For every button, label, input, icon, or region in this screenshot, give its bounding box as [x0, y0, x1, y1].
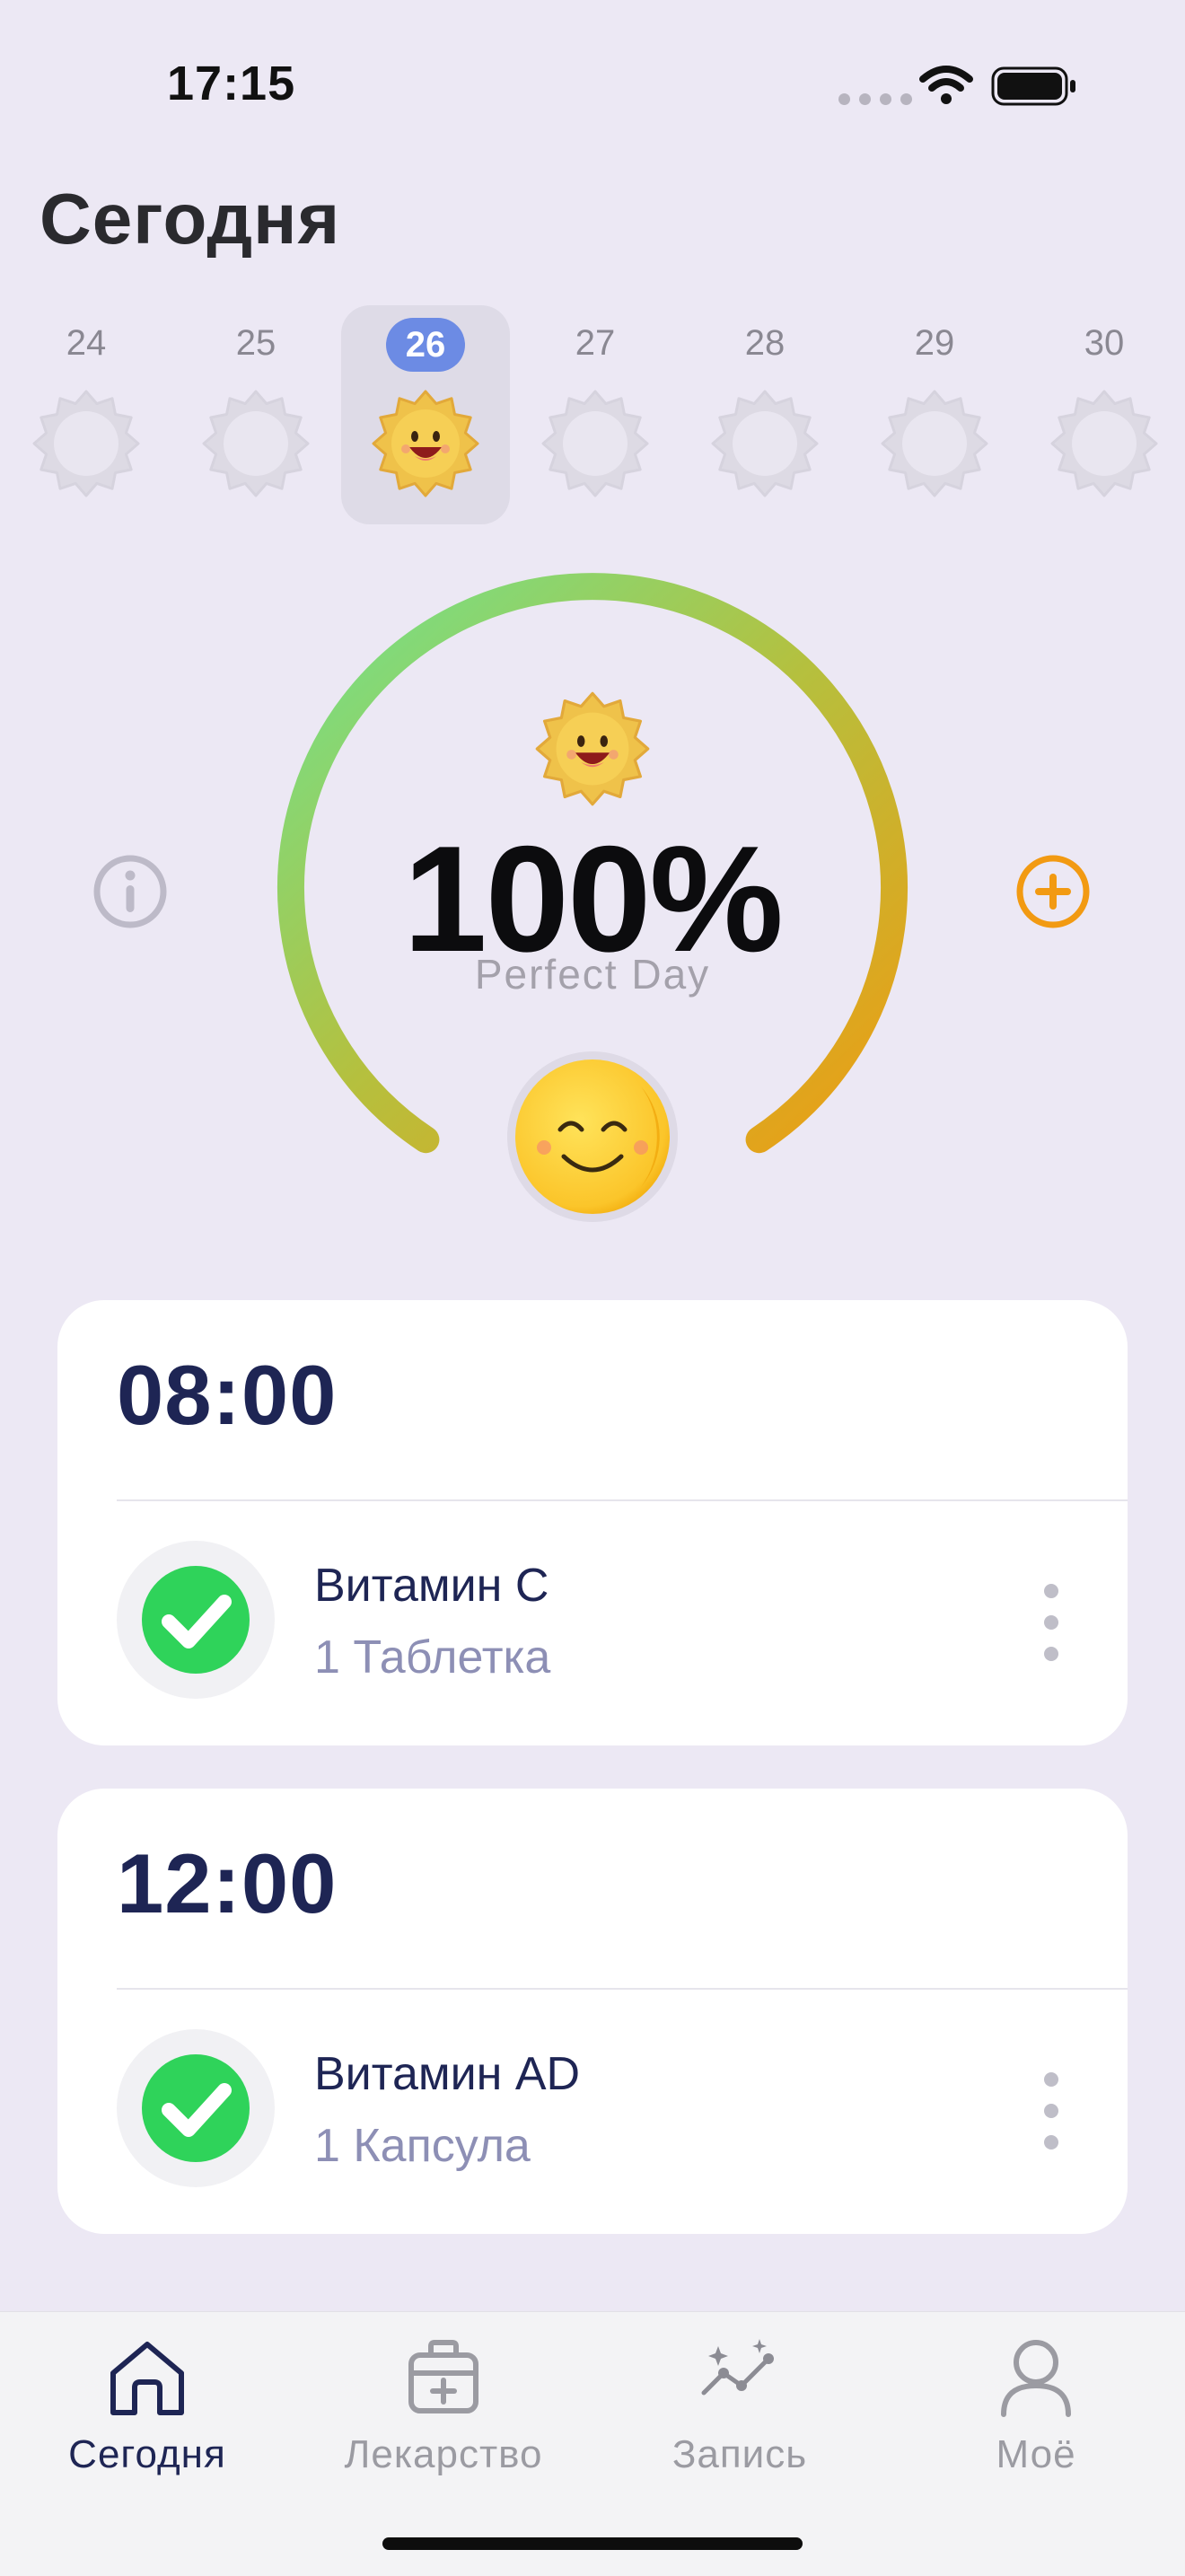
tab-label: Запись	[672, 2432, 808, 2476]
tab-label: Лекарство	[344, 2432, 543, 2476]
sunflower-happy-icon	[372, 390, 479, 497]
more-options-icon[interactable]	[1040, 1582, 1063, 1663]
sunflower-empty-icon	[32, 390, 140, 497]
schedule-card: 12:00 Витамин AD 1 Капсула	[57, 1789, 1128, 2234]
day-number: 27	[575, 323, 616, 363]
day-number: 25	[235, 323, 276, 363]
tab-bar: Сегодня Лекарство Запись Моё	[0, 2311, 1185, 2576]
medicine-name[interactable]: Витамин AD	[314, 2047, 580, 2101]
day-28[interactable]: 28	[680, 305, 849, 524]
sunflower-empty-icon	[541, 390, 649, 497]
day-27[interactable]: 27	[511, 305, 680, 524]
smiley-face-icon[interactable]	[506, 1051, 679, 1223]
status-time: 17:15	[167, 57, 296, 110]
check-circle-icon[interactable]	[117, 2029, 275, 2187]
battery-icon	[991, 66, 1075, 106]
sunflower-empty-icon	[881, 390, 988, 497]
wifi-icon	[919, 66, 973, 104]
schedule-time: 08:00	[117, 1348, 338, 1442]
tab-today[interactable]: Сегодня	[22, 2334, 273, 2477]
tab-profile[interactable]: Моё	[910, 2334, 1162, 2477]
cellular-signal-icon	[838, 93, 912, 105]
day-29[interactable]: 29	[850, 305, 1019, 524]
divider	[117, 1499, 1128, 1501]
tab-label: Сегодня	[68, 2432, 226, 2476]
sunflower-happy-icon	[535, 691, 650, 806]
day-number: 28	[744, 323, 786, 363]
medicine-dose: 1 Капсула	[314, 2120, 531, 2172]
tab-records[interactable]: Запись	[614, 2334, 865, 2477]
plus-circle-icon[interactable]	[1014, 853, 1092, 930]
schedule-time: 12:00	[117, 1836, 338, 1930]
medicine-name[interactable]: Витамин C	[314, 1559, 549, 1613]
medicine-kit-icon	[408, 2340, 478, 2413]
sunflower-empty-icon	[711, 390, 819, 497]
tab-label: Моё	[996, 2432, 1076, 2476]
home-icon	[110, 2342, 184, 2415]
day-26[interactable]: 26	[341, 305, 510, 524]
day-24[interactable]: 24	[2, 305, 171, 524]
day-number: 29	[914, 323, 955, 363]
divider	[117, 1988, 1128, 1990]
day-30[interactable]: 30	[1020, 305, 1185, 524]
check-circle-icon[interactable]	[117, 1541, 275, 1699]
more-options-icon[interactable]	[1040, 2070, 1063, 2151]
day-25[interactable]: 25	[171, 305, 340, 524]
info-circle-icon[interactable]	[92, 853, 169, 930]
day-number: 24	[66, 323, 107, 363]
person-icon	[1001, 2340, 1071, 2417]
day-number: 30	[1084, 323, 1125, 363]
progress-subtitle: Perfect Day	[474, 951, 711, 998]
schedule-card: 08:00 Витамин C 1 Таблетка	[57, 1300, 1128, 1745]
tab-medicine[interactable]: Лекарство	[318, 2334, 569, 2477]
page-title: Сегодня	[40, 179, 341, 259]
sunflower-empty-icon	[202, 390, 310, 497]
day-number: 26	[386, 318, 465, 372]
home-indicator[interactable]	[382, 2537, 803, 2550]
chart-sparkle-icon	[701, 2339, 774, 2396]
medicine-dose: 1 Таблетка	[314, 1631, 551, 1684]
sunflower-empty-icon	[1050, 390, 1158, 497]
